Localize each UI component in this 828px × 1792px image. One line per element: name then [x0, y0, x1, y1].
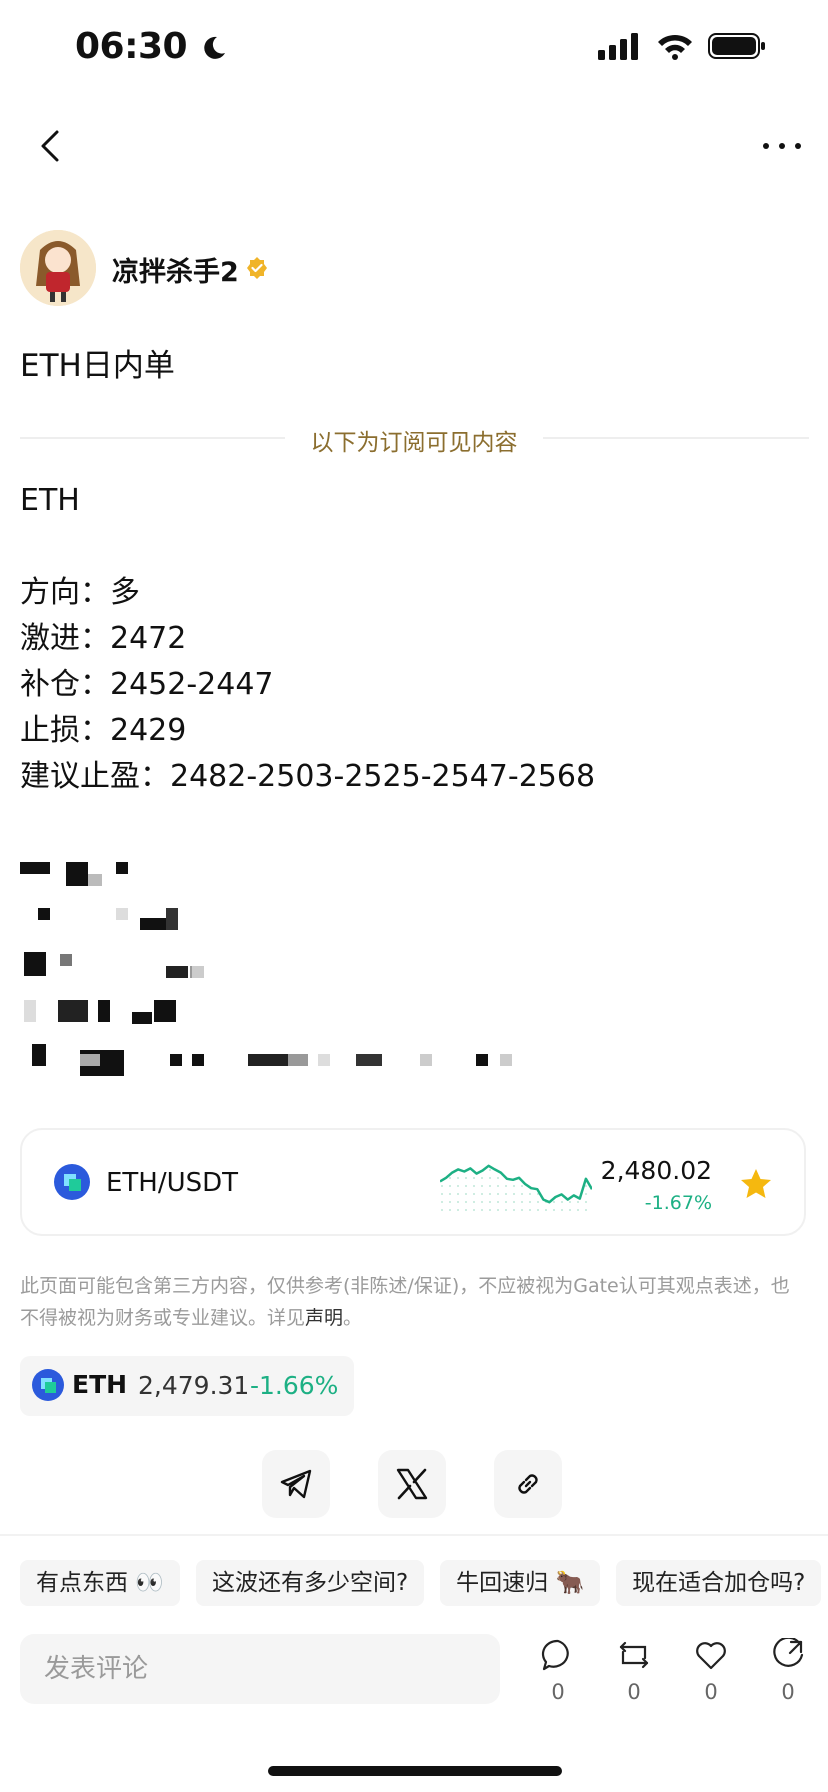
- divider: [543, 437, 809, 439]
- x-icon: [396, 1468, 428, 1500]
- post-content: ETH 方向：多 激进：2472 补仓：2452-2447 止损：2429 建议…: [20, 478, 595, 800]
- comment-input[interactable]: [20, 1634, 500, 1704]
- censored-content: [20, 852, 590, 1082]
- post-title: ETH日内单: [20, 348, 175, 384]
- disclaimer-text: 此页面可能包含第三方内容，仅供参考(非陈述/保证)，不应被视为Gate认可其观点…: [20, 1275, 790, 1329]
- ticker-symbol: ETH: [72, 1370, 128, 1399]
- content-line: ETH: [20, 483, 80, 518]
- status-time: 06:30: [75, 26, 227, 67]
- avatar-image: [20, 230, 96, 306]
- subscriber-divider-label: 以下为订阅可见内容: [310, 430, 518, 456]
- ticker-chip[interactable]: ETH 2,479.31 -1.66%: [20, 1356, 354, 1416]
- share-x-button[interactable]: [378, 1450, 446, 1518]
- like-count: 0: [704, 1680, 718, 1704]
- content-line: 建议止盈：2482-2503-2525-2547-2568: [20, 759, 596, 794]
- link-icon: [518, 1474, 538, 1494]
- content-line: 补仓：2452-2447: [20, 667, 274, 702]
- price-sparkline: [440, 1164, 592, 1216]
- like-action[interactable]: 0: [681, 1638, 741, 1704]
- more-dots-icon: [763, 143, 801, 149]
- content-line: 方向：多: [20, 575, 140, 610]
- telegram-icon: [280, 1469, 312, 1499]
- author-name[interactable]: 凉拌杀手2: [112, 250, 239, 289]
- wifi-icon: [658, 34, 692, 60]
- ticker-change: -1.66%: [250, 1371, 339, 1400]
- eth-coin-icon: [54, 1164, 90, 1200]
- divider: [0, 1534, 828, 1536]
- card-price: 2,480.02: [600, 1156, 712, 1185]
- favorite-star-icon[interactable]: [738, 1166, 774, 1202]
- verified-badge-icon: [245, 256, 269, 280]
- repost-action[interactable]: 0: [604, 1638, 664, 1704]
- card-change: -1.67%: [644, 1192, 712, 1214]
- share-icon: [773, 1636, 804, 1667]
- quick-reply-chip[interactable]: 现在适合加仓吗?: [616, 1560, 822, 1606]
- comment-count: 0: [551, 1680, 565, 1704]
- comment-icon: [541, 1639, 569, 1671]
- heart-icon: [696, 1642, 726, 1670]
- pair-name: ETH/USDT: [106, 1168, 239, 1198]
- share-action[interactable]: 0: [758, 1636, 818, 1704]
- more-button[interactable]: [760, 126, 804, 170]
- quick-reply-chip[interactable]: 牛回速归 🐂: [440, 1560, 601, 1606]
- share-telegram-button[interactable]: [262, 1450, 330, 1518]
- comment-action[interactable]: 0: [528, 1638, 588, 1704]
- battery-icon: [708, 33, 765, 59]
- chevron-left-icon: [41, 130, 59, 162]
- disclaimer-end: 。: [343, 1307, 363, 1329]
- quick-replies: 有点东西 👀 这波还有多少空间? 牛回速归 🐂 现在适合加仓吗?: [20, 1560, 822, 1606]
- content-line: 止损：2429: [20, 713, 187, 748]
- moon-icon: [204, 36, 226, 59]
- status-icons: [598, 32, 766, 60]
- home-indicator: [268, 1766, 562, 1776]
- repost-icon: [619, 1641, 649, 1669]
- copy-link-button[interactable]: [494, 1450, 562, 1518]
- content-line: [20, 524, 595, 570]
- cellular-signal-icon: [598, 33, 638, 60]
- market-card[interactable]: ETH/USDT 2,480.02 -1.67%: [20, 1128, 806, 1236]
- eth-coin-icon: [32, 1369, 64, 1401]
- content-line: 激进：2472: [20, 621, 187, 656]
- ticker-price: 2,479.31: [138, 1371, 250, 1400]
- avatar[interactable]: [20, 230, 96, 306]
- back-button[interactable]: [30, 124, 74, 168]
- share-count: 0: [781, 1680, 795, 1704]
- disclaimer-link[interactable]: 声明: [305, 1307, 343, 1329]
- quick-reply-chip[interactable]: 这波还有多少空间?: [195, 1560, 425, 1606]
- repost-count: 0: [627, 1680, 641, 1704]
- disclaimer: 此页面可能包含第三方内容，仅供参考(非陈述/保证)，不应被视为Gate认可其观点…: [20, 1270, 808, 1334]
- quick-reply-chip[interactable]: 有点东西 👀: [20, 1560, 180, 1606]
